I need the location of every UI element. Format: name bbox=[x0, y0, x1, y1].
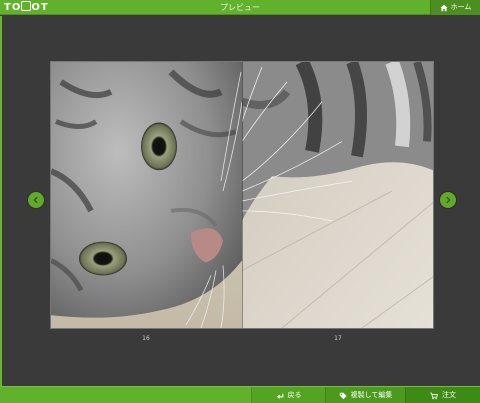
page-fold bbox=[242, 62, 243, 328]
arrow-left-icon bbox=[33, 196, 38, 204]
order-button[interactable]: 注文 bbox=[405, 387, 480, 403]
prev-page-button[interactable] bbox=[28, 192, 44, 208]
right-page-number: 17 bbox=[334, 335, 342, 342]
tag-icon bbox=[339, 392, 347, 399]
back-button[interactable]: 戻る bbox=[251, 387, 325, 403]
back-label: 戻る bbox=[287, 391, 302, 399]
cart-icon bbox=[430, 392, 438, 399]
next-page-button[interactable] bbox=[440, 192, 456, 208]
arrow-right-icon bbox=[446, 196, 451, 204]
left-page-number: 16 bbox=[142, 335, 150, 342]
return-icon bbox=[276, 393, 283, 399]
order-label: 注文 bbox=[442, 391, 456, 399]
photo-spread[interactable] bbox=[50, 61, 434, 329]
home-button[interactable]: ホーム bbox=[430, 0, 480, 15]
right-page-photo bbox=[242, 62, 433, 328]
bottom-bar: 戻る 複製して編集 注文 bbox=[0, 386, 480, 403]
left-page-photo bbox=[51, 62, 242, 328]
page-title: プレビュー bbox=[220, 3, 260, 12]
top-bar: TO OT プレビュー ホーム bbox=[0, 0, 480, 15]
home-icon bbox=[439, 4, 448, 11]
copy-edit-button[interactable]: 複製して編集 bbox=[325, 387, 405, 403]
copy-edit-label: 複製して編集 bbox=[350, 391, 393, 399]
home-label: ホーム bbox=[450, 3, 472, 11]
